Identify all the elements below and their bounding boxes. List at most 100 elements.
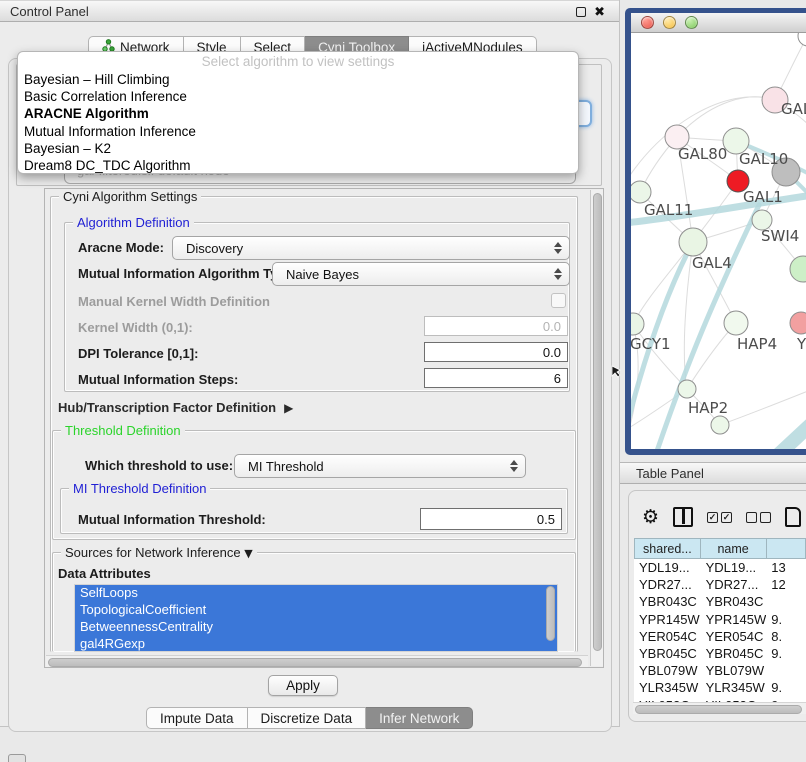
- data-attributes-list[interactable]: SelfLoopsTopologicalCoefficientBetweenne…: [74, 584, 558, 652]
- table-panel-titlebar: Table Panel: [620, 462, 806, 484]
- gear-icon[interactable]: ⚙: [642, 508, 659, 527]
- table-horizontal-scrollbar[interactable]: [633, 702, 806, 714]
- mi-algorithm-type-label: Mutual Information Algorithm Type:: [78, 266, 297, 281]
- table-row[interactable]: YBR043CYBR043C: [634, 593, 806, 610]
- network-edge[interactable]: [720, 389, 806, 425]
- node-bottom-node[interactable]: [711, 416, 729, 434]
- dropdown-items: Bayesian – Hill ClimbingBasic Correlatio…: [18, 71, 578, 174]
- attribute-list-item[interactable]: SelfLoops: [75, 585, 557, 602]
- dropdown-prompt: Select algorithm to view settings: [18, 52, 578, 71]
- columns-icon[interactable]: [673, 507, 693, 527]
- sources-title-text: Sources for Network Inference: [65, 545, 241, 560]
- node-salmon-node[interactable]: [790, 312, 806, 334]
- table-hscroll-thumb[interactable]: [635, 705, 802, 714]
- table-cell: YLR345W: [701, 679, 767, 696]
- node-label-swi4: SWI4: [761, 227, 799, 245]
- tab-label: Discretize Data: [261, 711, 353, 726]
- deselect-all-icon[interactable]: [746, 512, 771, 523]
- attribute-list-item[interactable]: gal4RGexp: [75, 636, 557, 652]
- network-view-window[interactable]: GALGAL80GAL10GAL1GAL11SWI4GAL4GCY1HAP4YH…: [625, 8, 806, 455]
- algorithm-option[interactable]: Bayesian – Hill Climbing: [18, 71, 578, 88]
- algorithm-option[interactable]: Bayesian – K2: [18, 140, 578, 157]
- minimize-window-icon[interactable]: [663, 16, 676, 29]
- mouse-cursor: [610, 365, 622, 379]
- hub-definition-twisty[interactable]: Hub/Transcription Factor Definition▶: [58, 400, 293, 415]
- table-row[interactable]: YLR345WYLR345W9.: [634, 679, 806, 696]
- float-window-icon[interactable]: [576, 7, 586, 17]
- table-row[interactable]: YER054CYER054C8.: [634, 628, 806, 645]
- table-row[interactable]: YBR045CYBR045C9.: [634, 645, 806, 662]
- attributes-list-scrollbar-thumb[interactable]: [546, 586, 555, 641]
- table-row[interactable]: YDL19...YDL19...13: [634, 559, 806, 576]
- network-window-titlebar[interactable]: [631, 13, 806, 33]
- dpi-tolerance-label: DPI Tolerance [0,1]:: [78, 346, 198, 361]
- close-panel-icon[interactable]: ✖: [594, 6, 605, 19]
- algorithm-option[interactable]: Basic Correlation Inference: [18, 88, 578, 105]
- which-threshold-combo[interactable]: MI Threshold: [234, 454, 526, 478]
- algorithm-option[interactable]: ARACNE Algorithm: [18, 105, 578, 122]
- table-row[interactable]: YPR145WYPR145W9.: [634, 611, 806, 628]
- table-cell: YDL19...: [634, 559, 701, 576]
- dpi-tolerance-field[interactable]: 0.0: [424, 342, 568, 362]
- apply-button[interactable]: Apply: [268, 675, 338, 696]
- kernel-width-value: 0.0: [543, 319, 561, 334]
- sources-group-title[interactable]: Sources for Network Inference ▼: [61, 545, 257, 560]
- node-label-hap2: HAP2: [688, 399, 728, 417]
- table-row[interactable]: YBL079WYBL079W: [634, 662, 806, 679]
- zoom-window-icon[interactable]: [685, 16, 698, 29]
- mi-steps-field[interactable]: 6: [424, 368, 568, 388]
- mi-threshold-field[interactable]: 0.5: [420, 508, 562, 530]
- node-gal4[interactable]: [679, 228, 707, 256]
- select-all-icon[interactable]: ✓✓: [707, 512, 732, 523]
- combo-stepper-icon: [554, 268, 562, 280]
- algorithm-option[interactable]: Mutual Information Inference: [18, 123, 578, 140]
- cyni-algorithm-settings-title: Cyni Algorithm Settings: [59, 189, 201, 204]
- expand-right-icon[interactable]: ▶: [284, 401, 293, 415]
- kernel-width-field: 0.0: [424, 316, 568, 336]
- collapse-down-icon[interactable]: ▼: [244, 547, 252, 560]
- network-edge[interactable]: [677, 97, 775, 137]
- node-gal11[interactable]: [631, 181, 651, 203]
- node-label-gal11: GAL11: [644, 201, 693, 219]
- node-edge-top[interactable]: [798, 33, 806, 46]
- attribute-list-item[interactable]: BetweennessCentrality: [75, 619, 557, 636]
- bottom-left-button[interactable]: [8, 754, 26, 762]
- column-header[interactable]: shared...: [634, 538, 701, 559]
- node-right-green[interactable]: [790, 256, 806, 282]
- node-label-gcy1: GCY1: [631, 335, 671, 353]
- control-panel-title: Control Panel: [0, 4, 89, 19]
- aracne-mode-label: Aracne Mode:: [78, 240, 164, 255]
- node-hap4[interactable]: [724, 311, 748, 335]
- network-edge-thick[interactable]: [779, 415, 806, 449]
- column-header[interactable]: [767, 538, 806, 559]
- mi-algorithm-type-combo[interactable]: Naive Bayes: [272, 262, 570, 286]
- which-threshold-value: MI Threshold: [248, 459, 324, 474]
- node-label-gal4: GAL4: [692, 254, 732, 272]
- settings-vscroll-thumb[interactable]: [593, 193, 602, 651]
- control-panel-titlebar: Control Panel ✖: [0, 0, 619, 22]
- settings-hscroll-thumb[interactable]: [48, 658, 582, 667]
- table-row[interactable]: YDR27...YDR27...12: [634, 576, 806, 593]
- table-toolbar: ⚙ ✓✓: [634, 500, 806, 534]
- function-builder-icon[interactable]: [785, 507, 801, 527]
- tab-infer-network[interactable]: Infer Network: [366, 707, 473, 729]
- mi-algorithm-type-value: Naive Bayes: [286, 267, 359, 282]
- aracne-mode-combo[interactable]: Discovery: [172, 236, 570, 260]
- node-label-gal10: GAL10: [739, 150, 788, 168]
- settings-horizontal-scrollbar[interactable]: [46, 655, 588, 667]
- algorithm-option[interactable]: Dream8 DC_TDC Algorithm: [18, 157, 578, 174]
- close-window-icon[interactable]: [641, 16, 654, 29]
- table-cell: YBR045C: [634, 645, 701, 662]
- tab-discretize-data[interactable]: Discretize Data: [248, 707, 367, 729]
- mi-threshold-label: Mutual Information Threshold:: [78, 512, 266, 527]
- kernel-width-label: Kernel Width (0,1):: [78, 320, 193, 335]
- tab-impute-data[interactable]: Impute Data: [146, 707, 248, 729]
- settings-vertical-scrollbar[interactable]: [590, 190, 603, 666]
- column-header[interactable]: name: [701, 538, 767, 559]
- network-canvas[interactable]: GALGAL80GAL10GAL1GAL11SWI4GAL4GCY1HAP4YH…: [631, 33, 806, 449]
- node-gcy1[interactable]: [631, 313, 644, 335]
- node-hap2[interactable]: [678, 380, 696, 398]
- attribute-list-item[interactable]: TopologicalCoefficient: [75, 602, 557, 619]
- node-label-hap4: HAP4: [737, 335, 777, 353]
- manual-kernel-checkbox: [551, 293, 566, 308]
